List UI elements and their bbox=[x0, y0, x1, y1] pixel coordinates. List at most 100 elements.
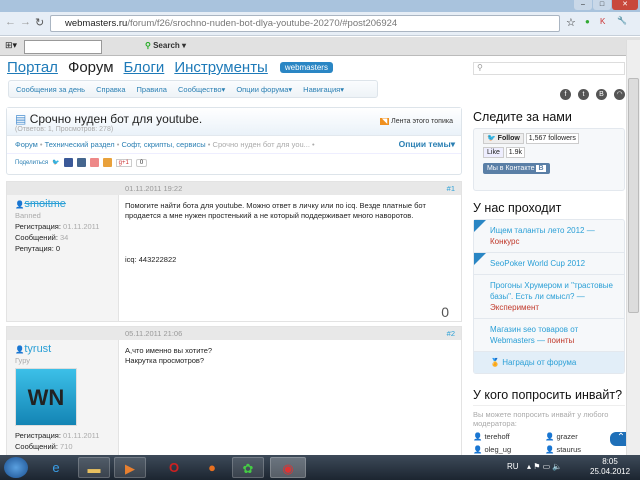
bookmark-star-icon[interactable]: ☆ bbox=[566, 16, 576, 29]
twitter-follow-button[interactable]: 🐦 Follow bbox=[483, 133, 524, 144]
avatar[interactable]: WN bbox=[15, 368, 77, 426]
crumb-tech[interactable]: Технический раздел bbox=[45, 140, 115, 149]
url-input[interactable]: webmasters.ru/forum/f26/srochno-nuden-bo… bbox=[50, 15, 560, 32]
nav-forum[interactable]: Форум bbox=[68, 59, 114, 76]
nav-blogs[interactable]: Блоги bbox=[124, 59, 165, 76]
like-count[interactable]: 0 bbox=[441, 305, 449, 319]
ie-icon[interactable]: e bbox=[40, 457, 72, 478]
clock-time: 8:05 bbox=[602, 457, 618, 466]
top-nav: Портал Форум Блоги Инструменты webmaster… bbox=[7, 59, 333, 76]
post-number[interactable]: #2 bbox=[447, 329, 455, 338]
scroll-to-top-button[interactable]: ⌃ bbox=[610, 432, 626, 446]
opera-icon[interactable]: O bbox=[158, 457, 190, 478]
twitter-icon[interactable]: t bbox=[578, 89, 589, 100]
reg-label: Регистрация: bbox=[15, 222, 61, 231]
fb-count: 1.9k bbox=[505, 147, 526, 158]
moderator-link[interactable]: 👤 oleg_ug bbox=[473, 445, 545, 454]
kaspersky-icon[interactable]: K bbox=[600, 17, 605, 26]
post-text: Помогите найти бота для youtube. Можно о… bbox=[125, 201, 426, 220]
vertical-scrollbar[interactable] bbox=[626, 40, 640, 455]
rss-icon[interactable]: ◠ bbox=[614, 89, 625, 100]
odnoklassniki-icon[interactable] bbox=[102, 158, 112, 167]
facebook-like-button[interactable]: Like bbox=[483, 147, 504, 158]
moderator-link[interactable]: 👤 staurus bbox=[545, 445, 617, 454]
subnav-navigation[interactable]: Навигация▾ bbox=[303, 85, 344, 94]
extension-icon[interactable]: ● bbox=[585, 17, 590, 26]
tab-strip: – □ ✕ bbox=[0, 0, 640, 12]
user-icon: 👤 bbox=[15, 345, 25, 354]
crumb-soft[interactable]: Софт, скрипты, сервисы bbox=[121, 140, 205, 149]
awards-link[interactable]: 🏅 Награды от форума bbox=[474, 352, 624, 373]
medal-icon: 🏅 bbox=[490, 358, 500, 367]
wrench-icon[interactable]: 🔧 bbox=[617, 16, 627, 25]
start-button[interactable] bbox=[4, 457, 28, 478]
event-item[interactable]: Ищем таланты лето 2012 — Конкурс bbox=[474, 220, 624, 253]
username[interactable]: smoitme bbox=[24, 198, 66, 210]
nav-portal[interactable]: Портал bbox=[7, 59, 58, 76]
share-link[interactable]: Поделиться bbox=[15, 160, 48, 166]
google-plus-button[interactable]: g+1 bbox=[115, 158, 132, 167]
logo[interactable]: webmasters bbox=[279, 62, 333, 73]
vkontakte-icon[interactable]: B bbox=[596, 89, 607, 100]
livejournal-icon[interactable] bbox=[89, 158, 99, 167]
subnav-forum-options[interactable]: Опции форума▾ bbox=[236, 85, 292, 94]
moderator-list: 👤 terehoff👤 grazer 👤 oleg_ug👤 staurus 👤 … bbox=[473, 432, 625, 455]
post: 05.11.2011 21:06 #2 👤tyrust Гуру WN Регис… bbox=[6, 326, 462, 455]
topic-stats: (Ответов: 1, Просмотров: 278) bbox=[15, 126, 114, 133]
facebook-icon[interactable] bbox=[63, 158, 73, 167]
user-icon: 👤 bbox=[15, 200, 25, 209]
twitter-icon[interactable]: 🐦 bbox=[52, 159, 59, 166]
url-path: /forum/f26/srochno-nuden-bot-dlya-youtub… bbox=[127, 18, 398, 29]
sidebar: ⚲ f t B ◠ Следите за нами 🐦 Follow 1,567 fo… bbox=[473, 56, 625, 455]
moderator-link[interactable]: 👤 terehoff bbox=[473, 432, 545, 441]
chrome-icon[interactable]: ◉ bbox=[270, 457, 306, 478]
event-item[interactable]: SeoPoker World Cup 2012 bbox=[474, 253, 624, 275]
mod-name: staurus bbox=[556, 445, 582, 454]
event-item[interactable]: Прогоны Хрумером и "трастовые базы". Ест… bbox=[474, 275, 624, 319]
events-panel: Ищем таланты лето 2012 — Конкурс SeoPoke… bbox=[473, 219, 625, 374]
nav-tools[interactable]: Инструменты bbox=[174, 59, 268, 76]
post-number[interactable]: #1 bbox=[447, 184, 455, 193]
toolbar-search-input[interactable] bbox=[24, 40, 102, 54]
topic-options-menu[interactable]: Опции темы▾ bbox=[399, 139, 455, 150]
reload-icon[interactable]: ↻ bbox=[35, 16, 44, 29]
add-icon[interactable]: ⊞▾ bbox=[5, 40, 17, 51]
crumb-forum[interactable]: Форум bbox=[15, 140, 38, 149]
search-button[interactable]: ⚲ Search ▾ bbox=[145, 41, 186, 50]
forward-icon[interactable]: → bbox=[20, 16, 31, 28]
moderator-link[interactable]: 👤 grazer bbox=[545, 432, 617, 441]
feed-label: Лента этого топика bbox=[391, 118, 453, 125]
search-icon: ⚲ bbox=[477, 63, 483, 72]
minimize-button[interactable]: – bbox=[574, 0, 592, 10]
maximize-button[interactable]: □ bbox=[593, 0, 611, 10]
scrollbar-thumb[interactable] bbox=[628, 78, 639, 313]
subnav-help[interactable]: Справка bbox=[96, 85, 125, 94]
explorer-icon[interactable]: ▬ bbox=[78, 457, 110, 478]
language-indicator[interactable]: RU bbox=[507, 462, 519, 471]
awards-label: Награды от форума bbox=[502, 358, 577, 367]
close-button[interactable]: ✕ bbox=[612, 0, 638, 10]
vk-button[interactable]: Мы в Контакте B bbox=[483, 163, 550, 174]
site-search-input[interactable]: ⚲ bbox=[473, 62, 625, 75]
firefox-icon[interactable]: ● bbox=[196, 457, 228, 478]
social-icons: f t B ◠ bbox=[473, 89, 625, 100]
event-item[interactable]: Магазин seo товаров от Webmasters — поин… bbox=[474, 319, 624, 352]
vkontakte-icon[interactable] bbox=[76, 158, 86, 167]
post-date: 01.11.2011 19:22 bbox=[125, 184, 183, 193]
media-player-icon[interactable]: ▶ bbox=[114, 457, 146, 478]
tray-icons[interactable]: ▴ ⚑ ▭ 🔈 bbox=[527, 462, 562, 471]
subnav-community[interactable]: Сообщество▾ bbox=[178, 85, 225, 94]
clock[interactable]: 8:05 25.04.2012 bbox=[590, 457, 630, 477]
subnav-today[interactable]: Сообщения за день bbox=[16, 85, 85, 94]
facebook-icon[interactable]: f bbox=[560, 89, 571, 100]
icq-icon[interactable]: ✿ bbox=[232, 457, 264, 478]
taskbar: e ▬ ▶ O ● ✿ ◉ RU ▴ ⚑ ▭ 🔈 8:05 25.04.2012 bbox=[0, 455, 640, 480]
username[interactable]: tyrust bbox=[24, 343, 51, 355]
back-icon[interactable]: ← bbox=[5, 16, 16, 28]
post-date: 05.11.2011 21:06 bbox=[125, 329, 183, 338]
search-icon: ⚲ bbox=[145, 41, 151, 50]
topic-feed-link[interactable]: ◥ Лента этого топика bbox=[379, 117, 453, 125]
search-label: Search bbox=[153, 41, 180, 50]
subnav-rules[interactable]: Правила bbox=[137, 85, 167, 94]
like-label: Like bbox=[487, 149, 500, 156]
